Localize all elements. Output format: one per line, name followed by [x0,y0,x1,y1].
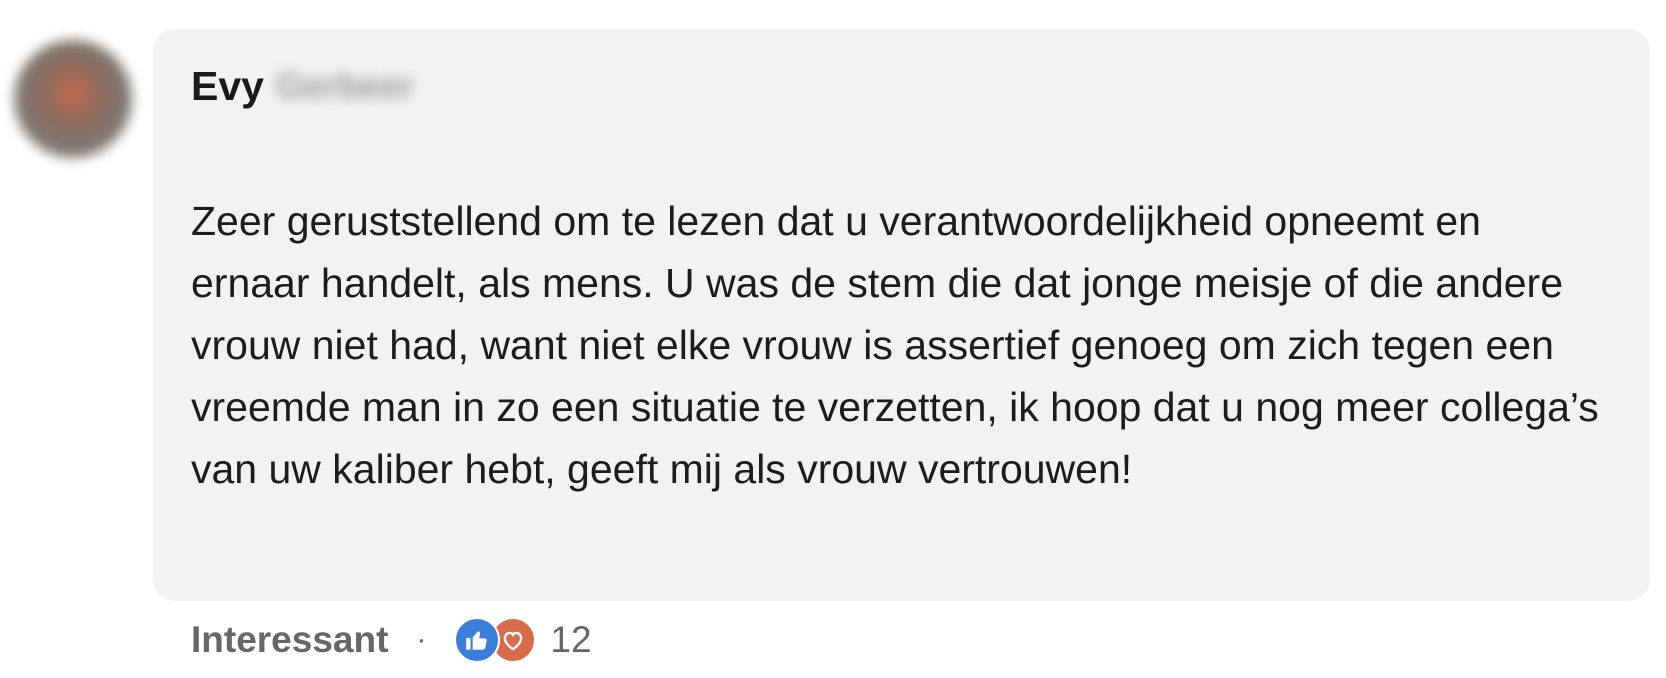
separator-dot: · [416,623,427,656]
reaction-button[interactable]: Interessant [191,619,388,661]
comment-actions: Interessant · 12 [191,612,592,668]
comment-text: Zeer geruststellend om te lezen dat u ve… [191,198,1599,492]
comment: Evy Gerbeer Zeer geruststellend om te le… [0,0,1666,678]
author-row: Evy Gerbeer [191,58,414,114]
author-surname-blurred[interactable]: Gerbeer [276,65,414,107]
thumbs-up-icon [454,617,501,663]
avatar[interactable] [14,40,132,158]
reactions-summary[interactable]: 12 [454,617,592,663]
author-name[interactable]: Evy [191,63,264,110]
reaction-count: 12 [550,619,592,660]
